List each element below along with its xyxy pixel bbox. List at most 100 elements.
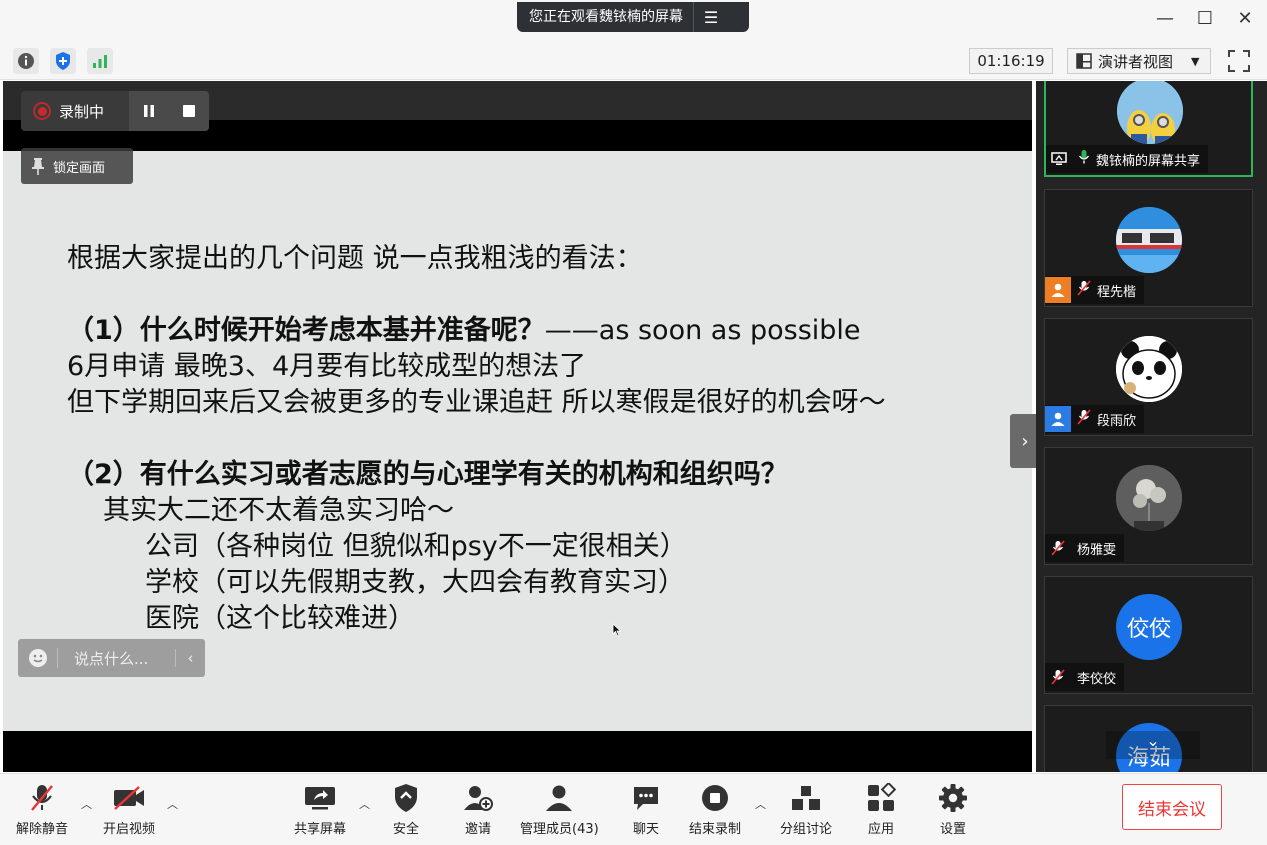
info-toolbar: 01:16:19 演讲者视图 ▼ bbox=[0, 42, 1267, 80]
title-bar: 您正在观看魏铱楠的屏幕 ☰ — ☐ ✕ bbox=[0, 0, 1267, 42]
mic-muted-icon bbox=[1077, 280, 1091, 300]
stop-recording-label: 结束录制 bbox=[689, 822, 742, 837]
participant-name-tag: 李佼佼 bbox=[1045, 663, 1125, 691]
recording-indicator: 录制中 bbox=[21, 91, 209, 131]
view-mode-label: 演讲者视图 bbox=[1098, 52, 1174, 71]
participant-name: 段雨欣 bbox=[1097, 413, 1137, 429]
participant-tile[interactable]: 魏铱楠的屏幕共享 bbox=[1044, 81, 1253, 177]
security-shield-icon bbox=[393, 782, 419, 814]
answer-2-line-1: 其实大二还不太着急实习哈～ bbox=[103, 495, 454, 526]
stop-icon[interactable] bbox=[181, 103, 197, 119]
pause-icon[interactable] bbox=[141, 103, 157, 119]
chat-placeholder: 说点什么... bbox=[74, 649, 149, 668]
signal-icon[interactable] bbox=[87, 48, 113, 74]
unmute-label: 解除静音 bbox=[16, 822, 69, 837]
stop-recording-button[interactable]: 结束录制 bbox=[689, 782, 741, 837]
emoji-icon[interactable] bbox=[18, 648, 58, 668]
chevron-down-icon: ▼ bbox=[1191, 54, 1200, 68]
chevron-up-icon[interactable]: ︿ bbox=[755, 796, 766, 812]
shield-icon[interactable] bbox=[50, 48, 76, 74]
flower-avatar bbox=[1116, 465, 1182, 531]
scroll-down-button[interactable]: ⌄ bbox=[1106, 731, 1200, 759]
minimize-icon[interactable]: — bbox=[1150, 8, 1180, 29]
share-screen-icon bbox=[304, 782, 336, 814]
answer-2-line-3: 学校（可以先假期支教，大四会有教育实习） bbox=[145, 567, 685, 598]
apps-button[interactable]: 应用 bbox=[866, 782, 896, 837]
question-1: （1）什么时候开始考虑本基并准备呢？——as soon as possible bbox=[67, 315, 861, 346]
start-video-button[interactable]: 开启视频 bbox=[103, 782, 155, 837]
close-icon[interactable]: ✕ bbox=[1230, 8, 1260, 29]
participant-tile[interactable]: 段雨欣 bbox=[1044, 318, 1253, 436]
apps-label: 应用 bbox=[867, 822, 894, 837]
record-dot-icon bbox=[33, 102, 51, 120]
panda-avatar bbox=[1116, 336, 1182, 402]
breakout-button[interactable]: 分组讨论 bbox=[780, 782, 832, 837]
answer-1-line-1: 6月申请 最晚3、4月要有比较成型的想法了 bbox=[67, 351, 587, 382]
chevron-up-icon[interactable]: ︿ bbox=[81, 796, 92, 812]
chat-quick-input[interactable]: 说点什么... ‹ bbox=[18, 639, 205, 677]
invite-label: 邀请 bbox=[464, 822, 491, 837]
chat-label: 聊天 bbox=[632, 822, 659, 837]
participant-name-tag: 段雨欣 bbox=[1045, 405, 1145, 433]
manage-members-button[interactable]: 管理成员(43) bbox=[520, 782, 599, 837]
participant-name-tag: 杨雅雯 bbox=[1045, 534, 1125, 562]
shared-screen: 根据大家提出的几个问题 说一点我粗浅的看法： （1）什么时候开始考虑本基并准备呢… bbox=[3, 81, 1032, 772]
chevron-right-icon: › bbox=[1021, 430, 1029, 452]
maximize-icon[interactable]: ☐ bbox=[1190, 8, 1220, 29]
camera-off-icon bbox=[112, 782, 146, 814]
participant-tile[interactable]: 杨雅雯 bbox=[1044, 447, 1253, 565]
list-icon[interactable]: ☰ bbox=[694, 8, 728, 27]
start-video-label: 开启视频 bbox=[103, 822, 156, 837]
participant-tile[interactable]: 程先楷 bbox=[1044, 189, 1253, 307]
mic-muted-icon bbox=[29, 782, 55, 814]
chat-bubble-icon bbox=[632, 782, 660, 814]
view-mode-select[interactable]: 演讲者视图 ▼ bbox=[1067, 48, 1211, 74]
breakout-label: 分组讨论 bbox=[780, 822, 833, 837]
chat-button[interactable]: 聊天 bbox=[632, 782, 660, 837]
participant-panel: 魏铱楠的屏幕共享 程先楷 段雨欣 杨雅雯 佼佼 李佼佼 海茹 ⌄ bbox=[1036, 81, 1267, 772]
participant-name: 魏铱楠的屏幕共享 bbox=[1096, 153, 1201, 169]
answer-2-line-2: 公司（各种岗位 但貌似和psy不一定很相关） bbox=[145, 531, 687, 562]
unmute-button[interactable]: 解除静音 bbox=[16, 782, 68, 837]
slide-text: 根据大家提出的几个问题 说一点我粗浅的看法： （1）什么时候开始考虑本基并准备呢… bbox=[67, 241, 886, 637]
apps-grid-icon bbox=[866, 782, 896, 814]
participant-name: 李佼佼 bbox=[1077, 671, 1117, 687]
lock-view-label: 锁定画面 bbox=[53, 160, 106, 176]
end-meeting-button[interactable]: 结束会议 bbox=[1122, 784, 1222, 830]
share-screen-label: 共享屏幕 bbox=[294, 822, 347, 837]
stop-record-icon bbox=[700, 782, 730, 814]
participant-name: 程先楷 bbox=[1097, 284, 1137, 300]
chevron-up-icon[interactable]: ︿ bbox=[167, 796, 178, 812]
layout-icon bbox=[1076, 53, 1092, 69]
add-user-icon bbox=[463, 782, 493, 814]
share-banner: 您正在观看魏铱楠的屏幕 ☰ bbox=[517, 2, 749, 32]
lock-view-button[interactable]: 锁定画面 bbox=[21, 148, 133, 184]
security-button[interactable]: 安全 bbox=[393, 782, 419, 837]
participant-name-tag: 魏铱楠的屏幕共享 bbox=[1046, 145, 1209, 173]
settings-label: 设置 bbox=[939, 822, 966, 837]
participant-tile[interactable]: 佼佼 李佼佼 bbox=[1044, 576, 1253, 694]
share-banner-text: 您正在观看魏铱楠的屏幕 bbox=[517, 2, 694, 32]
chevron-up-icon[interactable]: ︿ bbox=[359, 796, 370, 812]
security-label: 安全 bbox=[393, 822, 420, 837]
mic-muted-icon bbox=[1045, 664, 1071, 690]
screen-share-icon bbox=[1046, 146, 1072, 172]
invite-button[interactable]: 邀请 bbox=[463, 782, 493, 837]
mic-on-icon bbox=[1078, 149, 1090, 169]
recording-controls bbox=[129, 91, 209, 131]
train-avatar bbox=[1116, 207, 1182, 273]
text-avatar: 佼佼 bbox=[1116, 594, 1182, 660]
recording-label: 录制中 bbox=[59, 102, 105, 121]
chevron-left-icon[interactable]: ‹ bbox=[175, 649, 205, 667]
participant-name-tag: 程先楷 bbox=[1045, 276, 1145, 304]
members-icon bbox=[544, 782, 574, 814]
mouse-cursor-icon bbox=[612, 623, 622, 637]
user-icon bbox=[1045, 406, 1071, 432]
share-screen-button[interactable]: 共享屏幕 bbox=[294, 782, 346, 837]
participant-name: 杨雅雯 bbox=[1077, 542, 1117, 558]
fullscreen-icon[interactable] bbox=[1226, 48, 1252, 74]
mic-muted-icon bbox=[1077, 409, 1091, 429]
settings-button[interactable]: 设置 bbox=[938, 782, 968, 837]
info-icon[interactable] bbox=[13, 48, 39, 74]
answer-1-line-2: 但下学期回来后又会被更多的专业课追赶 所以寒假是很好的机会呀～ bbox=[67, 387, 886, 418]
